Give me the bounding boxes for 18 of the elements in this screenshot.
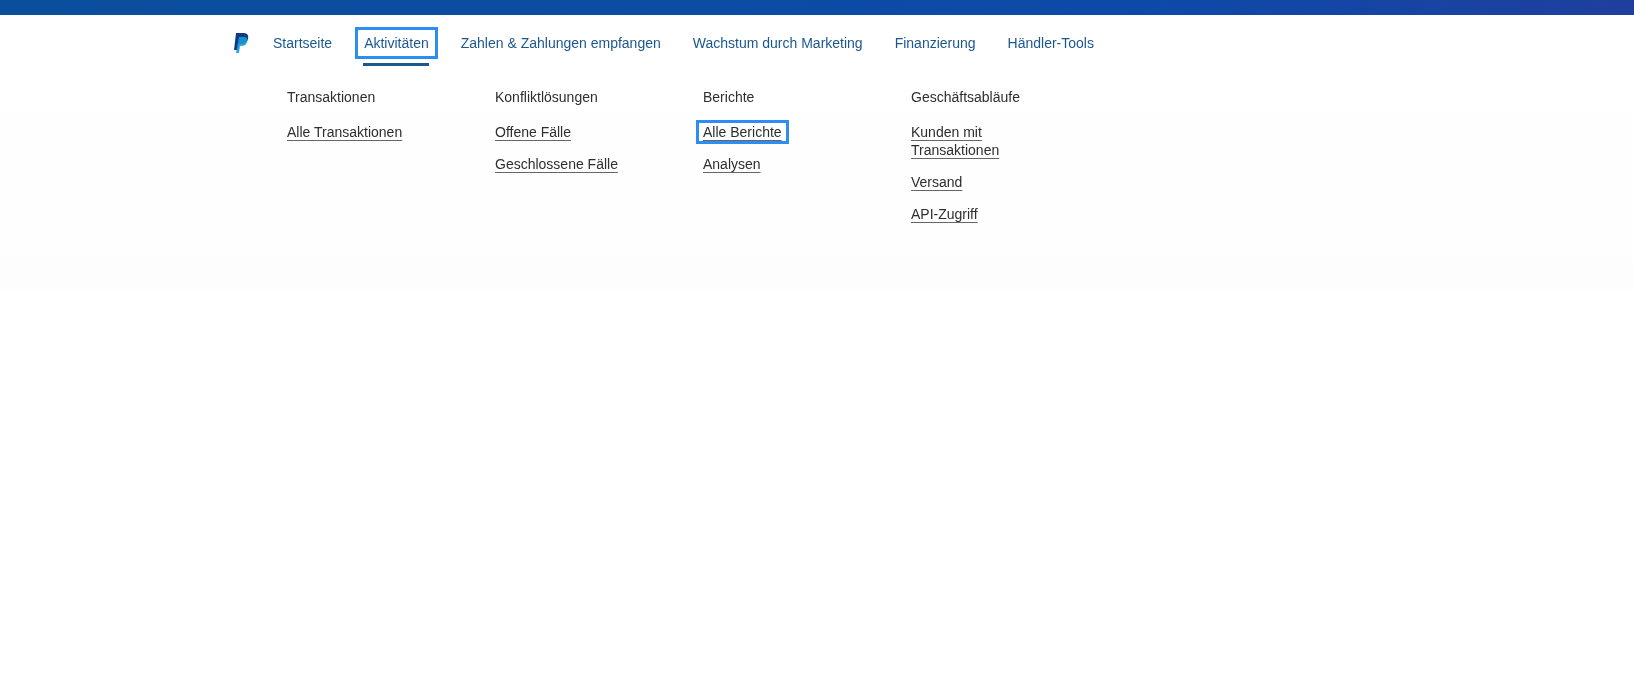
nav-tab[interactable]: Finanzierung <box>885 19 985 66</box>
menu-link[interactable]: Analysen <box>696 152 768 176</box>
nav-tab[interactable]: Wachstum durch Marketing <box>683 19 872 66</box>
menu-heading: Konfliktlösungen <box>495 89 598 105</box>
nav-tab[interactable]: Händler-Tools <box>998 19 1103 66</box>
menu-link[interactable]: Geschlossene Fälle <box>488 152 625 176</box>
menu-heading: Geschäftsabläufe <box>911 89 1020 105</box>
nav-tab[interactable]: Zahlen & Zahlungen empfangen <box>451 19 670 66</box>
menu-link[interactable]: Kunden mit Transaktionen <box>904 120 1046 162</box>
menu-link[interactable]: Alle Transaktionen <box>280 120 410 144</box>
menu-link[interactable]: API-Zugriff <box>904 202 985 226</box>
menu-link[interactable]: Offene Fälle <box>488 120 578 144</box>
menu-heading: Transaktionen <box>287 89 376 105</box>
nav-tab[interactable]: Startseite <box>264 19 342 66</box>
logo-icon[interactable] <box>232 32 250 54</box>
menu-heading: Berichte <box>703 89 755 105</box>
menu-link[interactable]: Versand <box>904 170 970 194</box>
menu-link[interactable]: Alle Berichte <box>696 120 789 144</box>
